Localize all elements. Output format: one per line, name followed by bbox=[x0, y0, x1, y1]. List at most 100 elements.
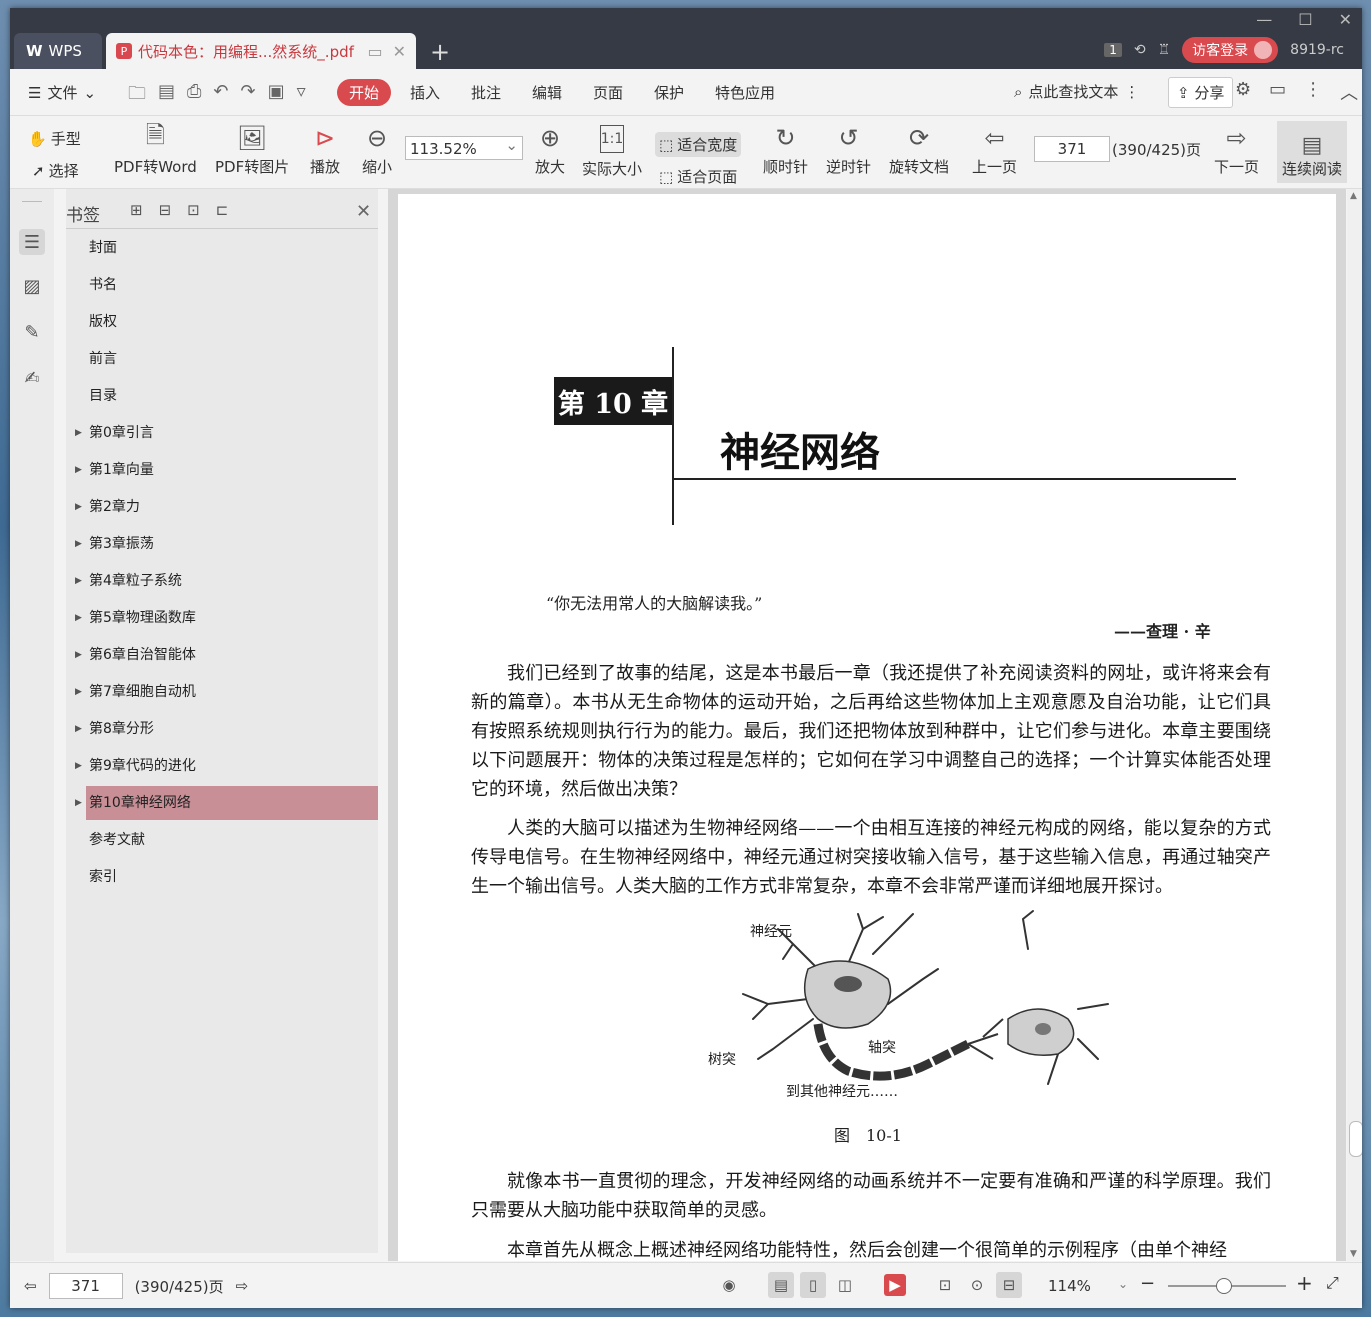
vertical-scrollbar[interactable]: ▲ ▼ bbox=[1347, 189, 1362, 1261]
expand-arrow-icon[interactable]: ▶ bbox=[75, 453, 82, 487]
add-child-bookmark-icon[interactable]: ⊡ bbox=[187, 201, 200, 219]
scrollbar-thumb[interactable] bbox=[1349, 1121, 1362, 1157]
actual-size-button[interactable]: 1:1 实际大小 bbox=[582, 120, 642, 179]
scroll-up-icon[interactable]: ▲ bbox=[1350, 191, 1357, 201]
actual-size-status-icon[interactable]: ⊡ bbox=[932, 1272, 958, 1298]
continuous-view-icon[interactable]: ▤ bbox=[768, 1272, 794, 1298]
pdf-to-image-button[interactable]: 🖼 PDF转图片 bbox=[215, 120, 289, 177]
tab-start[interactable]: 开始 bbox=[337, 79, 392, 106]
share-button[interactable]: ⇪ 分享 bbox=[1168, 77, 1234, 108]
export-image-icon[interactable]: ▣ bbox=[268, 81, 285, 111]
bookmark-item[interactable]: ▶ 第7章细胞自动机 bbox=[75, 675, 378, 709]
tab-annotate[interactable]: 批注 bbox=[471, 82, 501, 103]
status-page-input[interactable]: 371 bbox=[48, 1273, 123, 1299]
expand-arrow-icon[interactable]: ▶ bbox=[75, 490, 82, 524]
status-prev-page-icon[interactable]: ⇦ bbox=[24, 1277, 37, 1295]
two-page-view-icon[interactable]: ◫ bbox=[832, 1272, 858, 1298]
tab-page[interactable]: 页面 bbox=[593, 82, 623, 103]
bookmark-item[interactable]: 前言 bbox=[86, 342, 378, 376]
window-count-badge[interactable]: 1 bbox=[1104, 43, 1122, 57]
monitor-icon[interactable]: ▭ bbox=[367, 42, 382, 61]
signature-panel-icon[interactable]: ✍ bbox=[19, 365, 45, 391]
bookmark-item[interactable]: ▶ 第6章自治智能体 bbox=[75, 638, 378, 672]
maximize-icon[interactable]: ☐ bbox=[1298, 10, 1312, 29]
more-options-icon[interactable]: ⋮ bbox=[1304, 79, 1322, 105]
collapse-ribbon-icon[interactable]: ︿ bbox=[1340, 79, 1358, 105]
comment-icon[interactable]: ▭ bbox=[1269, 79, 1286, 105]
hand-tool[interactable]: ✋ 手型 bbox=[28, 128, 81, 149]
fit-width-status-icon[interactable]: ⊟ bbox=[996, 1272, 1022, 1298]
bookmarks-panel-icon[interactable]: ☰ bbox=[19, 229, 45, 255]
status-zoom-value[interactable]: 114% bbox=[1048, 1277, 1091, 1295]
redo-icon[interactable]: ↷ bbox=[241, 81, 256, 111]
bookmark-item[interactable]: ▶ 第3章振荡 bbox=[75, 527, 378, 561]
fit-page-button[interactable]: ⬚ 适合页面 bbox=[659, 166, 737, 187]
expand-arrow-icon[interactable]: ▶ bbox=[75, 564, 82, 598]
zoom-in-status-icon[interactable]: + bbox=[1296, 1271, 1313, 1295]
minimize-icon[interactable]: — bbox=[1256, 10, 1272, 29]
open-folder-icon[interactable]: 🗀 bbox=[128, 81, 146, 111]
expand-arrow-icon[interactable]: ▶ bbox=[75, 749, 82, 783]
settings-gear-icon[interactable]: ⚙ bbox=[1235, 79, 1251, 105]
print-icon[interactable]: ⎙ bbox=[187, 81, 201, 111]
bookmark-item[interactable]: 目录 bbox=[86, 379, 378, 413]
expand-arrow-icon[interactable]: ▶ bbox=[75, 675, 82, 709]
expand-arrow-icon[interactable]: ▶ bbox=[75, 638, 82, 672]
tab-edit[interactable]: 编辑 bbox=[532, 82, 562, 103]
bookmark-item[interactable]: 书名 bbox=[86, 268, 378, 302]
bookmark-item[interactable]: ▶ 第1章向量 bbox=[75, 453, 378, 487]
tab-insert[interactable]: 插入 bbox=[410, 82, 440, 103]
page-number-input[interactable]: 371 bbox=[1034, 136, 1110, 162]
zoom-out-status-icon[interactable]: − bbox=[1140, 1273, 1155, 1294]
expand-arrow-icon[interactable]: ▶ bbox=[75, 712, 82, 746]
select-tool[interactable]: ➚ 选择 bbox=[32, 160, 79, 181]
play-button[interactable]: ⊳ 播放 bbox=[310, 120, 340, 177]
add-bookmark-icon[interactable]: ⊞ bbox=[130, 201, 143, 219]
bookmark-item[interactable]: ▶ 第0章引言 bbox=[75, 416, 378, 450]
new-tab-button[interactable]: + bbox=[430, 38, 450, 66]
eye-protection-icon[interactable]: ◉ bbox=[716, 1272, 742, 1298]
bookmark-item[interactable]: ▶ 第4章粒子系统 bbox=[75, 564, 378, 598]
expand-all-icon[interactable]: ⊟ bbox=[159, 201, 172, 219]
undo-icon[interactable]: ↶ bbox=[213, 81, 228, 111]
pdf-to-word-button[interactable]: 🗎 PDF转Word bbox=[114, 120, 197, 177]
previous-page-button[interactable]: ⇦ 上一页 bbox=[972, 120, 1017, 177]
bookmark-item[interactable]: ▶ 第2章力 bbox=[75, 490, 378, 524]
document-view[interactable]: 第 10 章 神经网络 “你无法用常人的大脑解读我。” ——查理 · 辛 我们已… bbox=[388, 189, 1346, 1261]
expand-arrow-icon[interactable]: ▶ bbox=[75, 786, 82, 820]
zoom-slider-knob[interactable] bbox=[1216, 1278, 1232, 1294]
play-slideshow-icon[interactable]: ▶ bbox=[884, 1274, 906, 1296]
bookmark-item[interactable]: 封面 bbox=[86, 231, 378, 265]
next-page-button[interactable]: ⇨ 下一页 bbox=[1214, 120, 1259, 177]
tab-special[interactable]: 特色应用 bbox=[715, 82, 775, 103]
more-dropdown-icon[interactable]: ▿ bbox=[297, 81, 306, 111]
bookmark-item[interactable]: 索引 bbox=[86, 860, 378, 894]
bookmark-item[interactable]: ▶ 第9章代码的进化 bbox=[75, 749, 378, 783]
continuous-reading-button[interactable]: ▤ 连续阅读 bbox=[1277, 121, 1347, 183]
close-window-icon[interactable]: ✕ bbox=[1339, 10, 1352, 29]
login-button[interactable]: 访客登录 bbox=[1182, 37, 1279, 63]
file-menu[interactable]: ☰ 文件 ⌄ bbox=[28, 82, 96, 103]
sync-icon[interactable]: ⟲ bbox=[1134, 42, 1146, 58]
zoom-slider[interactable] bbox=[1168, 1278, 1286, 1294]
single-page-view-icon[interactable]: ▯ bbox=[800, 1272, 826, 1298]
bookmark-item[interactable]: ▶ 第5章物理函数库 bbox=[75, 601, 378, 635]
bookmark-item[interactable]: 版权 bbox=[86, 305, 378, 339]
bookmark-item[interactable]: 参考文献 bbox=[86, 823, 378, 857]
bookmark-item[interactable]: ▶ 第10章神经网络 bbox=[75, 786, 378, 820]
zoom-in-button[interactable]: ⊕ 放大 bbox=[535, 120, 565, 177]
close-tab-icon[interactable]: ✕ bbox=[393, 42, 406, 61]
expand-arrow-icon[interactable]: ▶ bbox=[75, 527, 82, 561]
zoom-select[interactable]: 113.52% bbox=[405, 133, 523, 160]
close-panel-icon[interactable]: ✕ bbox=[356, 201, 371, 222]
rotate-clockwise-button[interactable]: ↻ 顺时针 bbox=[763, 120, 808, 177]
expand-arrow-icon[interactable]: ▶ bbox=[75, 601, 82, 635]
bookmark-settings-icon[interactable]: ⊏ bbox=[216, 201, 229, 219]
scroll-down-icon[interactable]: ▼ bbox=[1350, 1249, 1357, 1259]
zoom-dropdown-icon[interactable]: ⌄ bbox=[1118, 1277, 1128, 1291]
wps-home-tab[interactable]: W WPS bbox=[14, 33, 102, 69]
bookmark-item[interactable]: ▶ 第8章分形 bbox=[75, 712, 378, 746]
expand-arrow-icon[interactable]: ▶ bbox=[75, 416, 82, 450]
tab-protect[interactable]: 保护 bbox=[654, 82, 684, 103]
zoom-out-button[interactable]: ⊖ 缩小 bbox=[362, 120, 392, 177]
